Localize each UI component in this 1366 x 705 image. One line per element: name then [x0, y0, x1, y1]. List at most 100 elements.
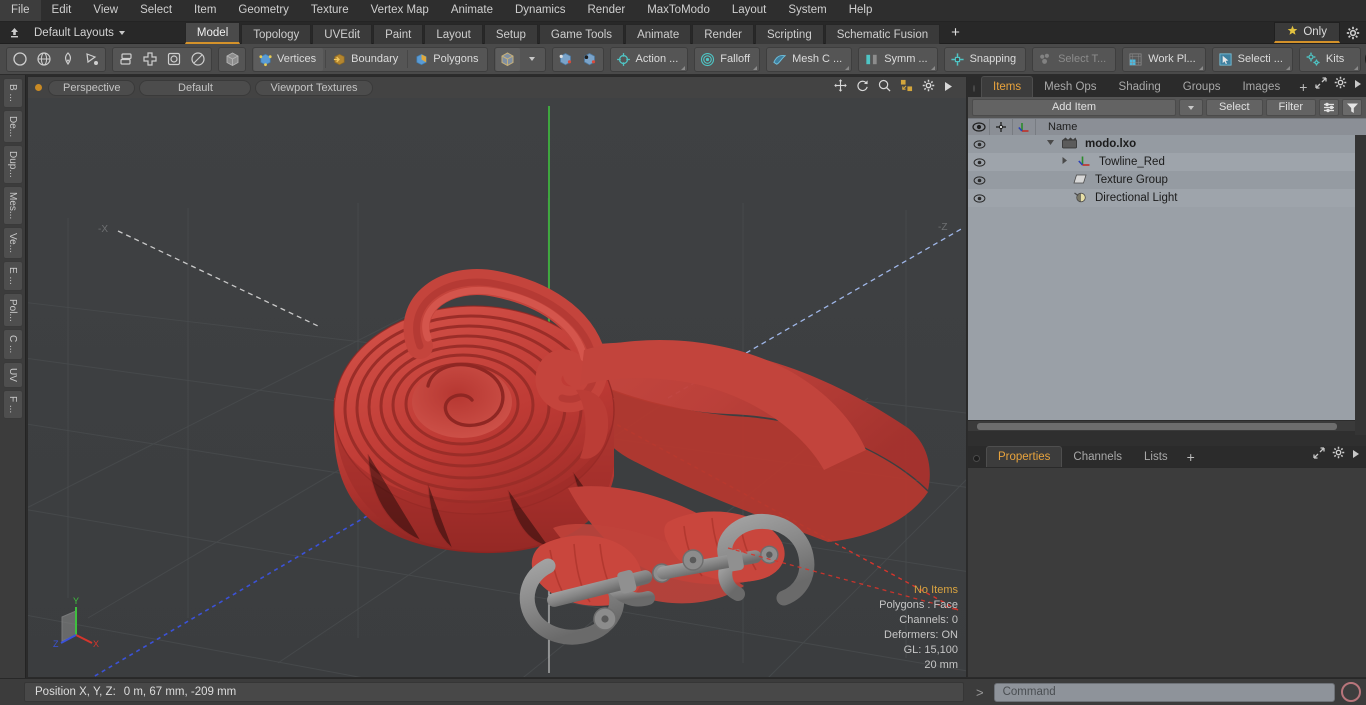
symmetry-button[interactable]: Symm ...: [858, 46, 938, 72]
menu-item-edit[interactable]: Edit: [41, 0, 83, 21]
rounded-square-icon[interactable]: [162, 48, 186, 71]
cube-icon[interactable]: [220, 48, 244, 71]
eye-icon[interactable]: [968, 139, 990, 149]
expand-icon[interactable]: [1313, 446, 1325, 464]
play-icon[interactable]: [1354, 76, 1362, 94]
menu-item-geometry[interactable]: Geometry: [227, 0, 300, 21]
viewport-indicator-dot[interactable]: [35, 84, 42, 91]
left-tab-mesh[interactable]: Mes...: [2, 185, 23, 225]
tab-shading[interactable]: Shading: [1108, 78, 1172, 97]
layout-tab-animate[interactable]: Animate: [625, 23, 692, 44]
viewport-projection-dropdown[interactable]: Perspective: [48, 79, 136, 96]
items-vertical-scrollbar[interactable]: [1355, 135, 1366, 435]
menu-item-help[interactable]: Help: [838, 0, 884, 21]
left-tab-deform[interactable]: De...: [2, 109, 23, 143]
items-list[interactable]: modo.lxo Towline_Red Texture Group Direc…: [968, 135, 1366, 420]
layout-tab-layout[interactable]: Layout: [424, 23, 483, 44]
cross-icon[interactable]: [138, 48, 162, 71]
move-icon[interactable]: [834, 78, 847, 97]
add-properties-tab-button[interactable]: +: [1179, 448, 1203, 467]
left-tab-edge[interactable]: E ...: [2, 260, 23, 291]
menu-item-maxtomodo[interactable]: MaxToModo: [636, 0, 721, 21]
list-icon[interactable]: [1319, 99, 1339, 116]
menu-item-render[interactable]: Render: [576, 0, 636, 21]
globe-icon[interactable]: [32, 48, 56, 71]
add-panel-tab-button[interactable]: +: [1291, 78, 1315, 97]
list-item[interactable]: Directional Light: [968, 189, 1366, 207]
menu-item-item[interactable]: Item: [183, 0, 227, 21]
left-tab-fusion[interactable]: F ...: [2, 389, 23, 419]
add-item-dropdown-button[interactable]: [1178, 99, 1203, 116]
gear-icon[interactable]: [1332, 446, 1345, 464]
expand-icon[interactable]: [1315, 76, 1328, 94]
layout-tab-schematic-fusion[interactable]: Schematic Fusion: [824, 23, 941, 44]
layout-tab-paint[interactable]: Paint: [373, 23, 424, 44]
chevron-down-icon[interactable]: [520, 48, 544, 71]
menu-item-animate[interactable]: Animate: [440, 0, 504, 21]
disclosure-triangle-icon[interactable]: [1060, 156, 1069, 168]
layout-preset-dropdown[interactable]: Default Layouts: [24, 23, 133, 43]
list-item[interactable]: Texture Group: [968, 171, 1366, 189]
gear-icon[interactable]: [1334, 76, 1347, 94]
menu-item-layout[interactable]: Layout: [721, 0, 778, 21]
pen-icon[interactable]: [56, 48, 80, 71]
left-tab-polygon[interactable]: Pol...: [2, 292, 23, 328]
eye-icon[interactable]: [968, 175, 990, 185]
eye-icon[interactable]: [968, 157, 990, 167]
select-through-button[interactable]: Select T...: [1032, 46, 1117, 72]
zoom-icon[interactable]: [878, 79, 891, 97]
select-button[interactable]: Select: [1205, 99, 1263, 116]
menu-item-texture[interactable]: Texture: [300, 0, 360, 21]
list-item[interactable]: Towline_Red: [968, 153, 1366, 171]
fit-icon[interactable]: [900, 79, 913, 97]
list-item[interactable]: modo.lxo: [968, 135, 1366, 153]
eye-icon[interactable]: [968, 118, 990, 136]
circle-icon[interactable]: [8, 48, 32, 71]
falloff-button[interactable]: Falloff: [694, 46, 761, 72]
items-horizontal-scrollbar[interactable]: [968, 420, 1366, 431]
cube-mode-icon[interactable]: [495, 47, 520, 71]
tab-items[interactable]: Items: [981, 76, 1034, 97]
menu-item-select[interactable]: Select: [129, 0, 183, 21]
tab-lists[interactable]: Lists: [1133, 448, 1179, 467]
stack-icon[interactable]: [114, 48, 138, 71]
layout-tab-topology[interactable]: Topology: [241, 23, 312, 44]
only-toggle-button[interactable]: Only: [1274, 22, 1340, 43]
filter-button[interactable]: Filter: [1265, 99, 1316, 116]
polygon-pen-icon[interactable]: [80, 48, 104, 71]
menu-item-system[interactable]: System: [777, 0, 837, 21]
left-tab-duplicate[interactable]: Dup...: [2, 144, 23, 184]
viewport-textures-dropdown[interactable]: Viewport Textures: [255, 79, 373, 96]
add-item-button[interactable]: Add Item: [972, 99, 1176, 116]
menu-item-vertex-map[interactable]: Vertex Map: [360, 0, 440, 21]
menu-item-view[interactable]: View: [82, 0, 129, 21]
record-icon[interactable]: [1341, 682, 1361, 702]
command-input[interactable]: Command: [993, 682, 1335, 702]
tab-groups[interactable]: Groups: [1172, 78, 1232, 97]
eye-icon[interactable]: [968, 193, 990, 203]
left-tab-vertex[interactable]: Ve...: [2, 226, 23, 259]
axis-icon[interactable]: [1013, 118, 1036, 136]
play-icon[interactable]: [1352, 446, 1360, 464]
selection-sets-button[interactable]: Selecti ...: [1211, 46, 1293, 72]
selection-mode-polygons[interactable]: Polygons: [410, 48, 485, 71]
funnel-icon[interactable]: [1342, 99, 1362, 116]
move-lock-icon[interactable]: [990, 118, 1013, 136]
layout-tab-setup[interactable]: Setup: [483, 23, 538, 44]
snap-vertex-icon[interactable]: [554, 48, 578, 71]
layout-tab-game-tools[interactable]: Game Tools: [538, 23, 625, 44]
selection-mode-vertices[interactable]: Vertices: [254, 47, 324, 71]
snap-edge-icon[interactable]: [578, 48, 602, 71]
disclosure-triangle-icon[interactable]: [1046, 138, 1055, 150]
rotate-icon[interactable]: [856, 79, 869, 97]
left-tab-curve[interactable]: C ...: [2, 329, 23, 360]
sphere-icon[interactable]: [186, 48, 210, 71]
orientation-gizmo[interactable]: Y X Z: [48, 593, 120, 655]
mesh-constraint-button[interactable]: Mesh C ...: [766, 46, 853, 72]
items-list-empty-area[interactable]: [968, 207, 1366, 420]
viewport-style-dropdown[interactable]: Default: [139, 79, 252, 96]
tab-properties[interactable]: Properties: [986, 446, 1063, 467]
scrollbar-thumb[interactable]: [977, 422, 1337, 430]
menu-item-dynamics[interactable]: Dynamics: [504, 0, 576, 21]
properties-body[interactable]: [968, 467, 1366, 677]
